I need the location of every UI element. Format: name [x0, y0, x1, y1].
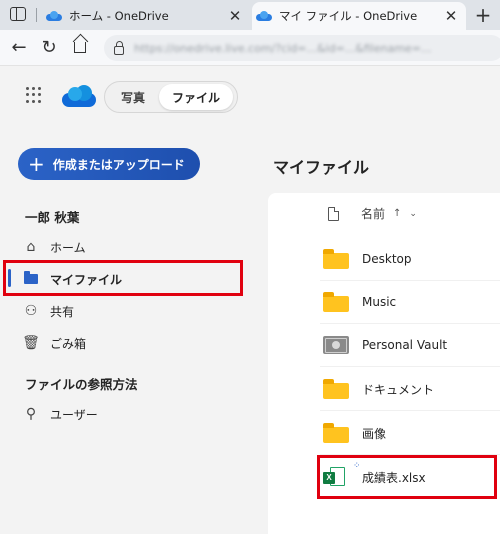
tab-my-files-onedrive[interactable]: マイ ファイル - OneDrive ✕ [252, 2, 466, 30]
chevron-down-icon: ⌄ [409, 208, 417, 219]
folder-icon [323, 249, 349, 269]
sidebar-item-label: ごみ箱 [50, 336, 87, 351]
onedrive-favicon-icon [256, 11, 272, 21]
file-row-pictures[interactable]: 画像 [320, 412, 500, 455]
file-type-icon [328, 206, 339, 221]
new-tab-button[interactable]: + [472, 3, 494, 27]
column-header-name[interactable]: 名前 ↑ ⌄ [328, 205, 417, 222]
files-tab[interactable]: ファイル [159, 84, 233, 110]
tab-separator [36, 8, 37, 22]
refresh-icon[interactable]: ↻ [38, 37, 60, 59]
view-switcher: 写真 ファイル [104, 81, 238, 113]
trash-icon: 🗑 [22, 335, 40, 351]
folder-icon [323, 423, 349, 443]
home-button-icon[interactable] [74, 42, 86, 53]
folder-icon [323, 292, 349, 312]
highlight-box-grades-file [317, 455, 497, 499]
close-tab-icon[interactable]: ✕ [226, 7, 244, 25]
sidebar-item-home[interactable]: ⌂ ホーム [22, 233, 242, 261]
vault-icon [323, 335, 349, 355]
file-name[interactable]: ドキュメント [362, 381, 434, 398]
tab-title: ホーム - OneDrive [69, 9, 169, 23]
create-or-upload-button[interactable]: + 作成またはアップロード [18, 148, 200, 180]
home-icon: ⌂ [26, 239, 36, 255]
tab-home-onedrive[interactable]: ホーム - OneDrive ✕ [42, 2, 250, 30]
people-icon: ⚇ [24, 303, 38, 319]
browser-tab-strip: ホーム - OneDrive ✕ マイ ファイル - OneDrive ✕ + [0, 0, 500, 30]
plus-icon: + [28, 152, 45, 176]
browser-toolbar: ← ↻ https://onedrive.live.com/?cid=...&i… [0, 30, 500, 66]
person-icon: ⚲ [25, 406, 37, 422]
create-or-upload-label: 作成またはアップロード [52, 157, 185, 172]
lock-icon[interactable] [114, 40, 124, 55]
onedrive-header: 写真 ファイル [0, 67, 500, 125]
sort-ascending-icon: ↑ [393, 208, 402, 219]
file-row-personal-vault[interactable]: Personal Vault [320, 324, 500, 367]
file-name[interactable]: Personal Vault [362, 338, 447, 352]
folder-icon [323, 379, 349, 399]
column-name-label: 名前 [361, 207, 386, 221]
file-row-desktop[interactable]: Desktop [320, 238, 500, 281]
tab-actions-icon[interactable] [10, 7, 26, 21]
url-text: https://onedrive.live.com/?cid=...&id=..… [134, 41, 432, 55]
close-tab-icon[interactable]: ✕ [442, 7, 460, 25]
sidebar-item-label: ホーム [50, 240, 86, 255]
file-name[interactable]: Music [362, 295, 396, 309]
back-arrow-icon[interactable]: ← [8, 37, 30, 59]
highlight-box-my-files [3, 260, 243, 296]
user-name: 一郎 秋葉 [25, 210, 80, 225]
sidebar-item-label: 共有 [50, 304, 75, 319]
file-name[interactable]: 画像 [362, 425, 386, 442]
sidebar-item-recycle-bin[interactable]: 🗑 ごみ箱 [22, 329, 242, 357]
sidebar-item-people[interactable]: ⚲ ユーザー [22, 400, 242, 428]
tab-title: マイ ファイル - OneDrive [279, 9, 418, 23]
onedrive-favicon-icon [46, 11, 62, 21]
onedrive-logo[interactable] [62, 85, 96, 107]
sidebar-item-shared[interactable]: ⚇ 共有 [22, 297, 242, 325]
app-launcher-icon[interactable] [26, 87, 42, 103]
address-bar[interactable]: https://onedrive.live.com/?cid=...&id=..… [104, 35, 500, 61]
file-name[interactable]: Desktop [362, 252, 412, 266]
page-title: マイファイル [273, 158, 370, 177]
sidebar-item-label: ユーザー [50, 407, 98, 422]
file-row-documents[interactable]: ドキュメント [320, 368, 500, 411]
photos-tab[interactable]: 写真 [107, 84, 159, 110]
file-row-music[interactable]: Music [320, 281, 500, 324]
browse-files-heading: ファイルの参照方法 [25, 377, 138, 392]
